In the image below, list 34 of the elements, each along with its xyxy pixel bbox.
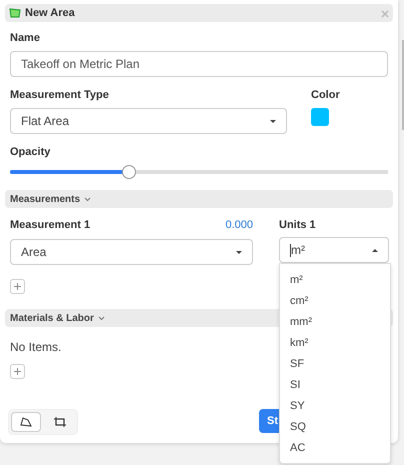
rectangle-icon xyxy=(54,417,66,427)
section-title: Measurements xyxy=(10,194,80,204)
field-label: Color xyxy=(311,89,340,101)
color-swatch[interactable] xyxy=(311,108,329,126)
dropdown-option[interactable]: SI xyxy=(280,375,390,396)
dropdown-option[interactable]: km² xyxy=(280,333,390,354)
field-label: Units 1 xyxy=(279,219,316,231)
field-label: Measurement 1 xyxy=(10,219,90,231)
area-icon xyxy=(9,8,21,18)
add-button[interactable] xyxy=(10,279,25,294)
dropdown-option[interactable]: SY xyxy=(280,396,390,417)
measurement-reading: 0.000 xyxy=(225,219,253,231)
add-button[interactable] xyxy=(10,364,25,379)
dropdown-option[interactable]: m² xyxy=(280,270,390,291)
measurement-type-select[interactable]: Flat Area xyxy=(10,108,287,134)
units-select[interactable]: m² xyxy=(279,237,389,263)
panel-title: New Area xyxy=(25,7,76,19)
polygon-icon xyxy=(20,417,32,427)
dropdown-option[interactable]: SF xyxy=(280,354,390,375)
name-field[interactable]: Takeoff on Metric Plan xyxy=(10,51,388,77)
plus-icon xyxy=(14,368,21,375)
section-title: Materials & Labor xyxy=(10,312,94,324)
section-header[interactable]: Measurements xyxy=(5,190,393,208)
dropdown-option[interactable]: SQ xyxy=(280,417,390,438)
field-label: Measurement Type xyxy=(10,89,110,101)
empty-text: No Items. xyxy=(10,340,62,354)
field-label: Name xyxy=(10,32,41,44)
tool-button[interactable] xyxy=(11,412,41,432)
dropdown-option[interactable]: AC xyxy=(280,438,390,459)
slider-thumb[interactable] xyxy=(122,165,136,179)
field-label: Opacity xyxy=(10,146,52,158)
measurement-select[interactable]: Area xyxy=(10,239,253,265)
plus-icon xyxy=(14,283,21,290)
dropdown-option[interactable]: cm² xyxy=(280,291,390,312)
